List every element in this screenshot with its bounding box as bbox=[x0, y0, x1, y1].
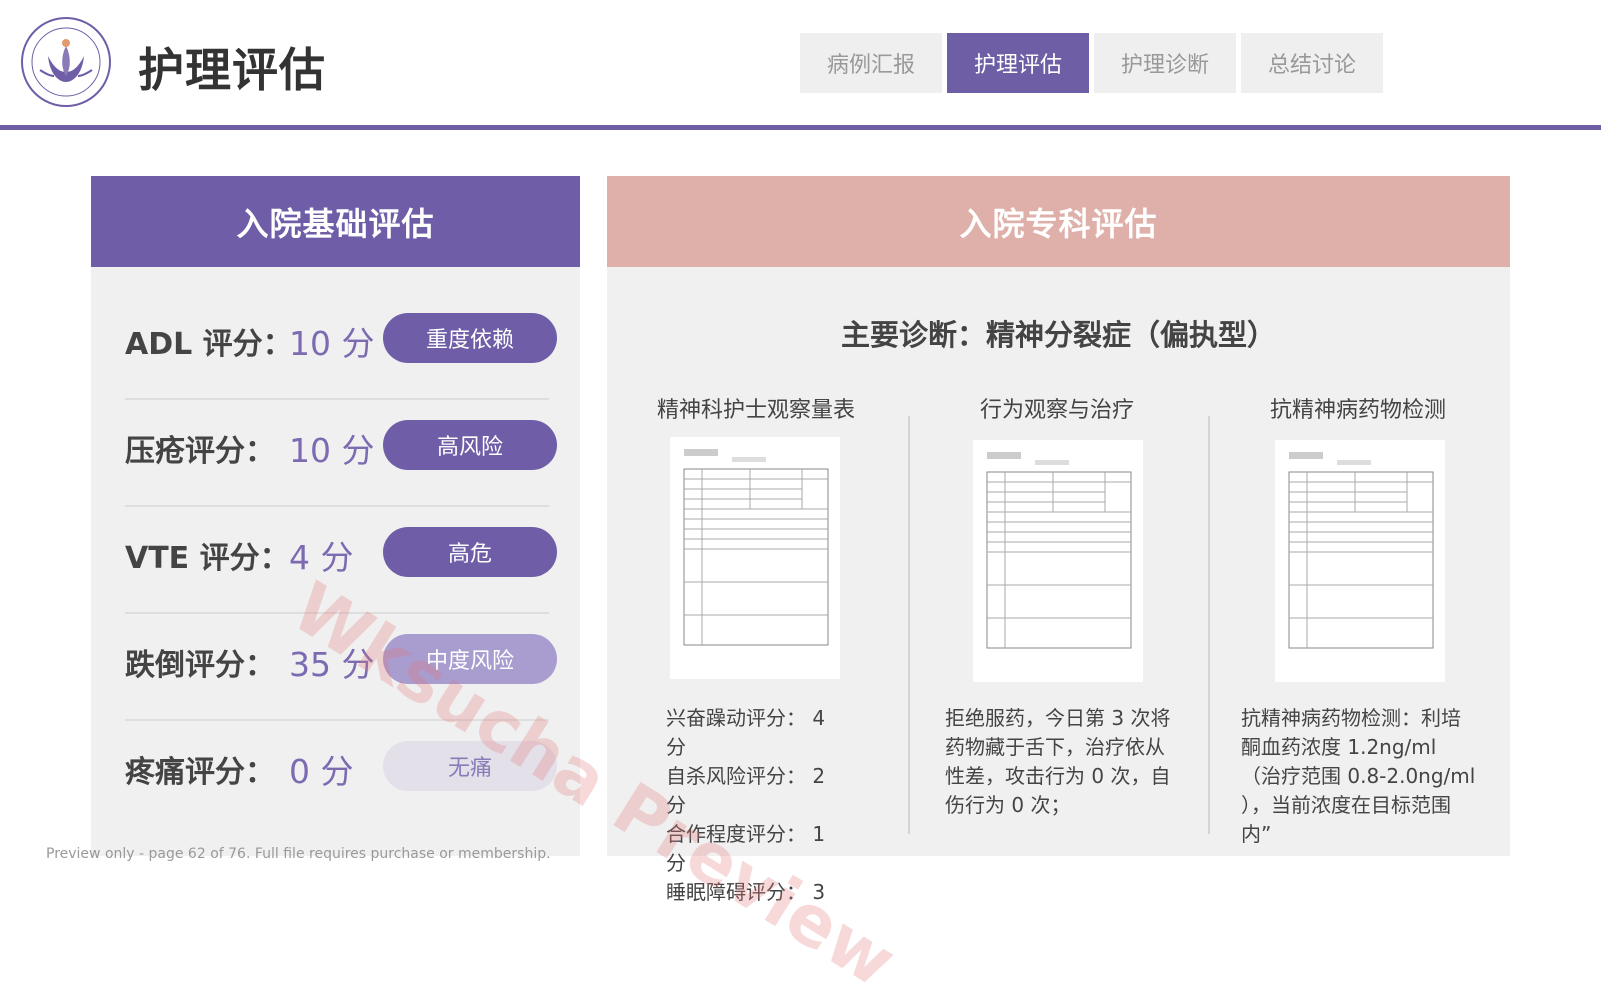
score-value: 10 分 bbox=[289, 324, 375, 363]
drug-monitoring-form-image bbox=[1275, 440, 1445, 682]
main-diagnosis: 主要诊断：精神分裂症（偏执型） bbox=[840, 318, 1276, 352]
column-title-drug-monitoring: 抗精神病药物检测 bbox=[1269, 398, 1446, 423]
score-label: 跌倒评分： bbox=[125, 648, 275, 683]
behavior-description: 拒绝服药，今日第 3 次将药物藏于舌下，治疗依从性差，攻击行为 0 次，自伤行为… bbox=[945, 706, 1171, 817]
risk-badge: 中度风险 bbox=[383, 634, 557, 684]
assessment-form-image bbox=[670, 437, 840, 679]
score-label: 疼痛评分： bbox=[125, 755, 275, 790]
hospital-logo bbox=[20, 16, 112, 108]
drug-monitoring-description: 抗精神病药物检测：利培酮血药浓度 1.2ng/ml （治疗范围 0.8-2.0n… bbox=[1241, 706, 1476, 846]
score-value: 4 分 bbox=[289, 538, 354, 577]
score-row-adl: ADL 评分： 10 分 重度依赖 bbox=[91, 311, 580, 371]
observation-score-line: 睡眠障碍评分： 3 bbox=[666, 880, 826, 904]
behavior-form-image bbox=[973, 440, 1143, 682]
score-value: 35 分 bbox=[289, 645, 375, 684]
risk-badge: 高危 bbox=[383, 527, 557, 577]
preview-footer-note: Preview only - page 62 of 76. Full file … bbox=[46, 846, 551, 862]
risk-badge: 无痛 bbox=[383, 741, 557, 791]
tab-case-report[interactable]: 病例汇报 bbox=[800, 33, 942, 93]
observation-score-line: 兴奋躁动评分： 4 分 bbox=[666, 706, 826, 759]
row-divider bbox=[125, 612, 549, 614]
score-row-fall: 跌倒评分： 35 分 中度风险 bbox=[91, 632, 580, 692]
row-divider bbox=[125, 719, 549, 721]
column-divider bbox=[908, 416, 910, 834]
basic-assessment-title: 入院基础评估 bbox=[91, 176, 580, 267]
column-title-behavior: 行为观察与治疗 bbox=[979, 398, 1134, 423]
score-row-pain: 疼痛评分： 0 分 无痛 bbox=[91, 739, 580, 799]
score-row-pressure-ulcer: 压疮评分： 10 分 高风险 bbox=[91, 418, 580, 478]
special-assessment-panel: 入院专科评估 主要诊断：精神分裂症（偏执型） 精神科护士观察量表 行为观察与治疗… bbox=[607, 176, 1510, 904]
header: 护理评估 病例汇报 护理评估 护理诊断 总结讨论 bbox=[0, 0, 1601, 130]
page-title: 护理评估 bbox=[138, 43, 326, 97]
score-label: VTE 评分： bbox=[125, 541, 290, 576]
observation-score-line: 自杀风险评分： 2 分 bbox=[666, 764, 826, 817]
score-value: 0 分 bbox=[289, 752, 354, 791]
score-value: 10 分 bbox=[289, 431, 375, 470]
column-divider bbox=[1208, 416, 1210, 834]
tab-nursing-assessment[interactable]: 护理评估 bbox=[947, 33, 1089, 93]
special-assessment-title: 入院专科评估 bbox=[607, 176, 1510, 267]
column-title-observation-scale: 精神科护士观察量表 bbox=[656, 398, 855, 423]
risk-badge: 重度依赖 bbox=[383, 313, 557, 363]
score-label: ADL 评分： bbox=[125, 327, 293, 362]
score-row-vte: VTE 评分： 4 分 高危 bbox=[91, 525, 580, 585]
row-divider bbox=[125, 398, 549, 400]
row-divider bbox=[125, 505, 549, 507]
observation-scores: 兴奋躁动评分： 4 分 自杀风险评分： 2 分 合作程度评分： 1 分 睡眠障碍… bbox=[666, 704, 826, 907]
header-divider bbox=[0, 125, 1601, 130]
risk-badge: 高风险 bbox=[383, 420, 557, 470]
tab-summary-discussion[interactable]: 总结讨论 bbox=[1241, 33, 1383, 93]
score-label: 压疮评分： bbox=[125, 434, 275, 469]
tab-nursing-diagnosis[interactable]: 护理诊断 bbox=[1094, 33, 1236, 93]
section-tabs: 病例汇报 护理评估 护理诊断 总结讨论 bbox=[800, 33, 1388, 93]
observation-score-line: 合作程度评分： 1 分 bbox=[666, 822, 826, 875]
basic-assessment-panel: 入院基础评估 ADL 评分： 10 分 重度依赖 压疮评分： 10 分 高风险 … bbox=[91, 176, 580, 856]
